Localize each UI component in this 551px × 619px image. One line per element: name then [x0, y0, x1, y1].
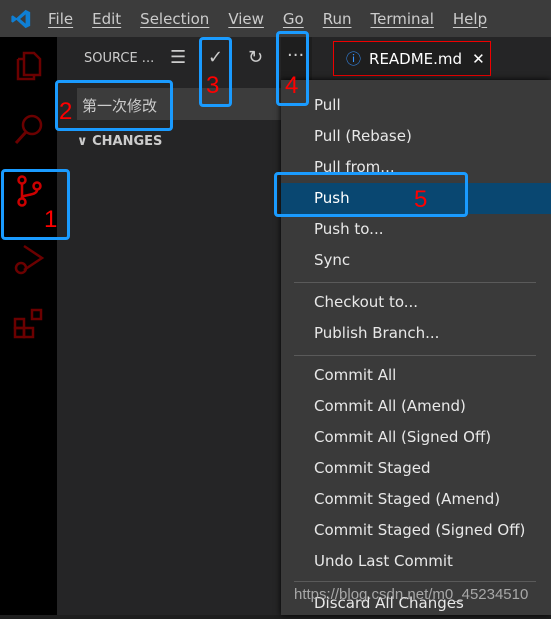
menu-file[interactable]: File	[48, 10, 73, 28]
menu-terminal[interactable]: Terminal	[371, 10, 434, 28]
menu-go[interactable]: Go	[283, 10, 304, 28]
menu-run[interactable]: Run	[323, 10, 352, 28]
menu-separator	[294, 355, 536, 356]
annotation-number-2: 2	[59, 98, 73, 125]
menu-item-commit-staged-amend[interactable]: Commit Staged (Amend)	[281, 484, 551, 515]
explorer-icon[interactable]	[12, 49, 46, 83]
menu-item-commit-all-signed-off[interactable]: Commit All (Signed Off)	[281, 422, 551, 453]
menu-item-publish-branch[interactable]: Publish Branch...	[281, 318, 551, 349]
chevron-down-icon: ∨	[77, 134, 93, 149]
annotation-box-5	[274, 172, 468, 217]
panel-title: SOURCE ...	[84, 51, 155, 66]
extensions-icon[interactable]	[12, 307, 46, 341]
run-debug-icon[interactable]	[12, 242, 46, 276]
annotation-number-4: 4	[285, 72, 299, 99]
context-menu: Pull Pull (Rebase) Pull from... Push Pus…	[281, 80, 551, 615]
annotation-number-3: 3	[206, 72, 220, 99]
menu-separator	[294, 282, 536, 283]
annotation-box-1	[1, 169, 70, 240]
info-icon: ⓘ	[346, 50, 362, 68]
menu-item-checkout-to[interactable]: Checkout to...	[281, 287, 551, 318]
annotation-number-5: 5	[414, 186, 428, 213]
menu-item-undo-last-commit[interactable]: Undo Last Commit	[281, 546, 551, 577]
menu-item-push-to[interactable]: Push to...	[281, 214, 551, 245]
menu-view[interactable]: View	[228, 10, 264, 28]
menu-item-pull[interactable]: Pull	[281, 90, 551, 121]
annotation-number-1: 1	[44, 206, 58, 233]
menu-selection[interactable]: Selection	[140, 10, 209, 28]
menu-item-commit-staged[interactable]: Commit Staged	[281, 453, 551, 484]
search-icon[interactable]	[12, 112, 46, 146]
vscode-logo-icon	[11, 9, 31, 28]
menu-edit[interactable]: Edit	[92, 10, 121, 28]
view-as-tree-icon[interactable]: ☰	[170, 47, 186, 68]
watermark: https://blog.csdn.net/m0_45234510	[294, 586, 529, 603]
tab-label: README.md	[369, 49, 463, 68]
changes-section-header[interactable]: ∨ CHANGES	[77, 134, 162, 149]
menu-item-commit-staged-signed-off[interactable]: Commit Staged (Signed Off)	[281, 515, 551, 546]
changes-label: CHANGES	[92, 134, 163, 149]
menu-item-pull-rebase[interactable]: Pull (Rebase)	[281, 121, 551, 152]
menu-separator	[294, 581, 536, 582]
refresh-icon[interactable]: ↻	[248, 47, 263, 68]
activity-bar	[0, 37, 57, 615]
menu-item-commit-all-amend[interactable]: Commit All (Amend)	[281, 391, 551, 422]
close-icon[interactable]: ✕	[472, 50, 485, 68]
title-bar: File Edit Selection View Go Run Terminal…	[0, 0, 551, 37]
menu-help[interactable]: Help	[453, 10, 487, 28]
annotation-box-2	[55, 80, 173, 131]
menu-item-commit-all[interactable]: Commit All	[281, 360, 551, 391]
tab-readme[interactable]: ⓘ README.md ✕	[333, 41, 491, 76]
menu-item-sync[interactable]: Sync	[281, 245, 551, 276]
